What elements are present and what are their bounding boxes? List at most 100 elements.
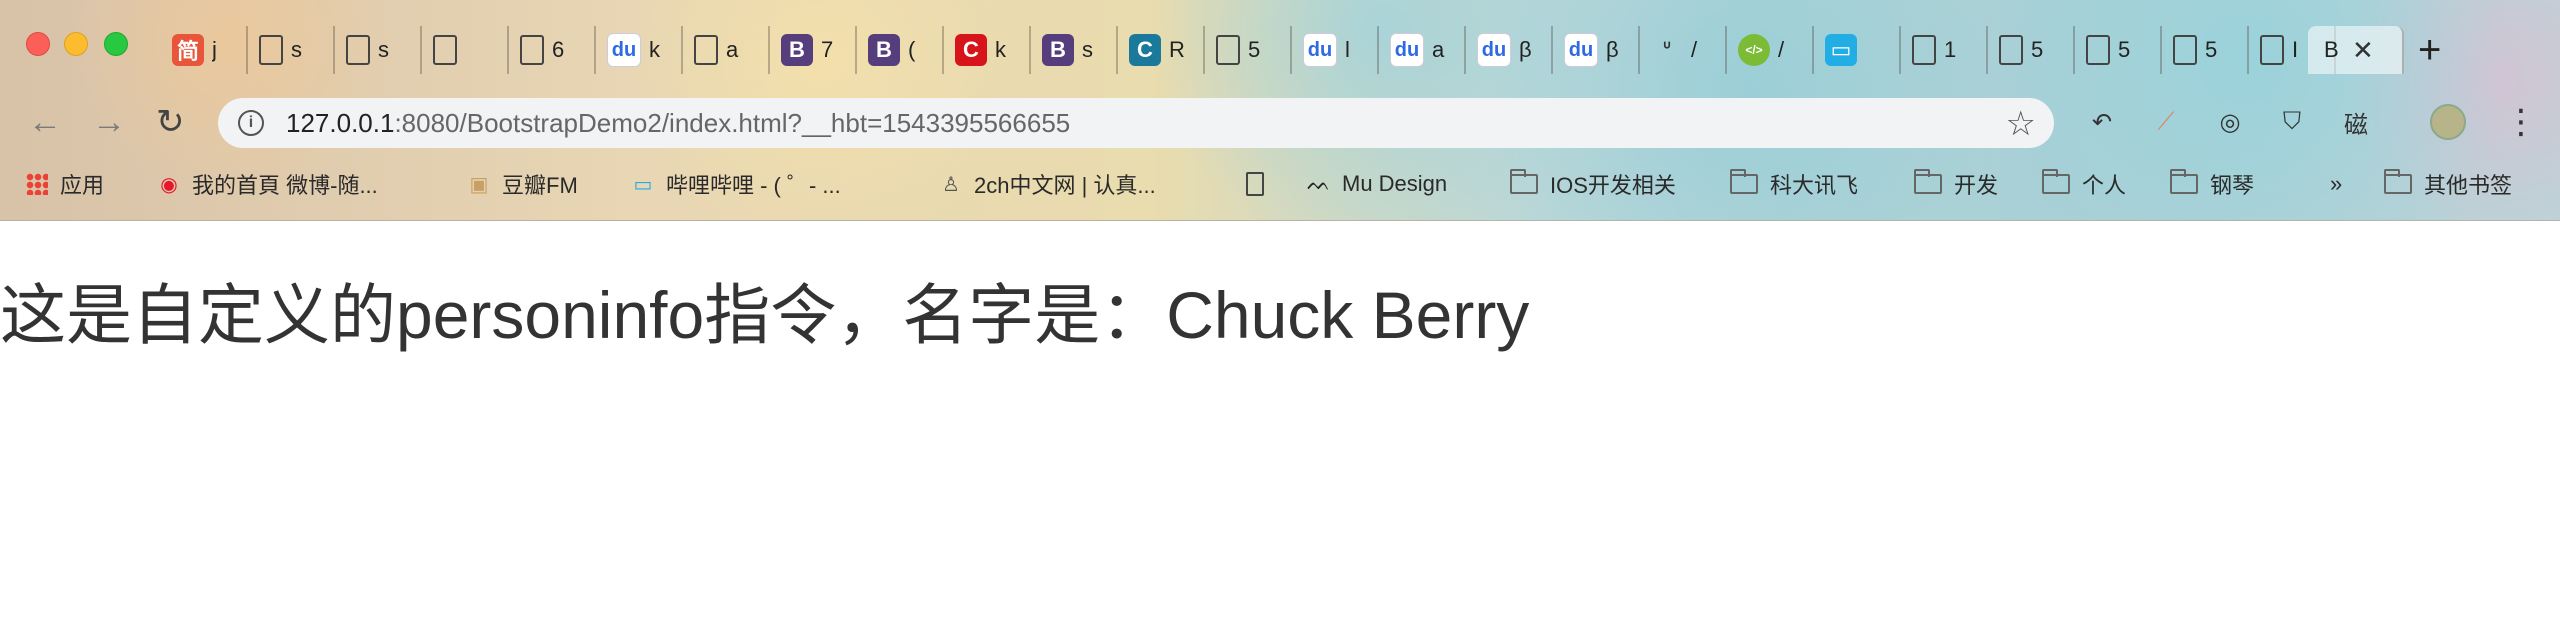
doc-favicon-icon <box>1999 35 2023 65</box>
tab-title: s <box>378 37 389 62</box>
baidu-favicon-icon: du <box>607 33 641 67</box>
other-favicon-icon: ᐡ <box>1662 37 1672 62</box>
tab-title: 5 <box>2205 37 2218 62</box>
browser-tab[interactable]: du a <box>1382 26 1466 74</box>
tab-title: a <box>1432 37 1445 62</box>
tab-title: s <box>291 37 302 62</box>
bookmark-item[interactable]: 应用 <box>26 166 104 202</box>
bookmark-item[interactable]: ▭ 哔哩哔哩 - ( ゜- ... <box>630 166 841 202</box>
browser-tab[interactable]: </> / <box>1730 26 1814 74</box>
tab-title: k <box>649 37 660 62</box>
bookmark-item[interactable]: IOS开发相关 <box>1510 166 1676 202</box>
active-tab[interactable]: B ✕ <box>2308 26 2404 74</box>
browser-tab[interactable]: du β <box>1556 26 1640 74</box>
bookmark-item[interactable]: 开发 <box>1914 166 1998 202</box>
browser-tab[interactable]: B( <box>860 26 944 74</box>
tab-title: R <box>1169 37 1185 62</box>
browser-menu-icon[interactable]: ⋮ <box>2504 102 2538 142</box>
bookmarks-overflow-label: » <box>2330 171 2343 196</box>
bookmarks-overflow-button[interactable]: » <box>2330 166 2342 202</box>
browser-tab[interactable]: du β <box>1469 26 1553 74</box>
browser-tab[interactable]: 6 <box>512 26 596 74</box>
extension-swirl-icon[interactable]: ◎ <box>2212 104 2248 140</box>
douban-icon: ▣ <box>469 173 489 196</box>
extension-text-button[interactable]: 磁 <box>2338 104 2374 140</box>
browser-tab[interactable]: 5 <box>1208 26 1292 74</box>
bookmark-item[interactable]: ◉ 我的首頁 微博-随... <box>156 166 378 202</box>
browser-tab[interactable]: ᐡ / <box>1643 26 1727 74</box>
browser-tab[interactable]: s <box>251 26 335 74</box>
browser-tab[interactable]: CR <box>1121 26 1205 74</box>
close-window-button[interactable] <box>26 32 50 56</box>
folder-icon <box>2384 169 2412 194</box>
bookmark-label: IOS开发相关 <box>1550 173 1676 198</box>
bookmark-item[interactable]: ▣ 豆瓣FM <box>466 166 578 202</box>
browser-tab[interactable]: Ck <box>947 26 1031 74</box>
extension-feather-icon[interactable]: ⟋ <box>2148 104 2184 140</box>
tab-title: s <box>1082 37 1093 62</box>
mu-icon: ᨓ <box>1307 172 1331 195</box>
tab-strip: 简 j s s 6 du k a B 7 B(Ck Bs C R 5 du l du a du β du β ᐡ / </> / ▭ 1… <box>0 0 2560 98</box>
browser-tab[interactable]: a <box>686 26 770 74</box>
tab-title: / <box>1691 37 1698 62</box>
browser-tab[interactable]: 5 <box>1991 26 2075 74</box>
back-button[interactable]: ← <box>28 102 62 142</box>
doc-favicon-icon <box>1216 35 1240 65</box>
browser-tab[interactable]: 1 <box>1904 26 1988 74</box>
reload-button[interactable]: ↻ <box>156 102 185 142</box>
site-info-icon[interactable]: i <box>238 110 264 136</box>
bookmark-item[interactable] <box>1246 166 1276 202</box>
bookmark-item[interactable]: 科大讯飞 <box>1730 166 1858 202</box>
tab-title: 7 <box>821 37 834 62</box>
bookmark-star-icon[interactable]: ☆ <box>2006 104 2036 144</box>
bookmark-item[interactable]: 钢琴 <box>2170 166 2254 202</box>
browser-tab[interactable]: du k <box>599 26 683 74</box>
bookmark-item[interactable]: ♙ 2ch中文网 | 认真... <box>938 166 1156 202</box>
baidu-favicon-icon: du <box>1390 33 1424 67</box>
address-bar[interactable]: i 127.0.0.1:8080/BootstrapDemo2/index.ht… <box>218 98 2054 148</box>
url-host: 127.0.0.1 <box>286 107 395 138</box>
toolbar: ← → ↻ i 127.0.0.1:8080/BootstrapDemo2/in… <box>0 98 2560 148</box>
browser-tab[interactable]: Bs <box>1034 26 1118 74</box>
folder-icon <box>1510 169 1538 194</box>
browser-tab[interactable]: B7 <box>773 26 857 74</box>
browser-chrome: 简 j s s 6 du k a B 7 B(Ck Bs C R 5 du l du a du β du β ᐡ / </> / ▭ 1… <box>0 0 2560 221</box>
bookmark-item[interactable]: ᨓ Mu Design <box>1306 166 1447 202</box>
forward-button[interactable]: → <box>92 102 126 142</box>
bili-icon: ▭ <box>633 173 653 196</box>
bili-favicon-icon: ▭ <box>1825 34 1857 66</box>
new-tab-button[interactable]: + <box>2418 30 2441 70</box>
browser-tab[interactable] <box>425 26 509 74</box>
browser-tab[interactable]: du l <box>1295 26 1379 74</box>
profile-avatar[interactable] <box>2430 104 2466 140</box>
bootstrap-favicon-icon: B <box>1042 34 1074 66</box>
other-bookmarks-folder[interactable]: 其他书签 <box>2384 166 2512 202</box>
extension-undo-icon[interactable]: ↶ <box>2084 104 2120 140</box>
doc-favicon-icon <box>2260 35 2284 65</box>
tab-title: β <box>1606 37 1619 62</box>
browser-tab[interactable]: ▭ <box>1817 26 1901 74</box>
folder-icon <box>2170 169 2198 194</box>
bookmark-label: 开发 <box>1954 173 1999 198</box>
document-icon <box>1246 172 1264 196</box>
browser-tab[interactable]: 5 <box>2165 26 2249 74</box>
folder-icon <box>2042 169 2070 194</box>
browser-tab[interactable]: 简j <box>164 26 248 74</box>
bootstrap-favicon-icon: B <box>868 34 900 66</box>
url-text[interactable]: 127.0.0.1:8080/BootstrapDemo2/index.html… <box>286 108 1070 139</box>
jian-favicon-icon: 简 <box>172 34 204 66</box>
tab-title: 1 <box>1944 37 1957 62</box>
zoom-window-button[interactable] <box>104 32 128 56</box>
tab-title: 6 <box>552 37 565 62</box>
browser-tab[interactable]: s <box>338 26 422 74</box>
doc-favicon-icon <box>2086 35 2110 65</box>
doc-favicon-icon <box>520 35 544 65</box>
minimize-window-button[interactable] <box>64 32 88 56</box>
extension-shield-icon[interactable]: ⛉ <box>2274 104 2310 140</box>
bookmark-label: 2ch中文网 | 认真... <box>974 173 1156 198</box>
browser-tab[interactable]: 5 <box>2078 26 2162 74</box>
bookmark-item[interactable]: 个人 <box>2042 166 2126 202</box>
folder-icon <box>1914 169 1942 194</box>
tab-title: β <box>1519 37 1532 62</box>
close-tab-icon[interactable]: ✕ <box>2352 35 2374 66</box>
